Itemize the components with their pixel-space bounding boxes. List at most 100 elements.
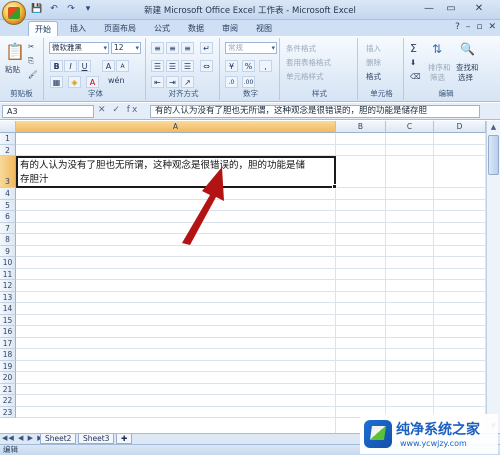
column-header-a[interactable]: A (16, 121, 336, 133)
undo-icon[interactable]: ↶ (47, 3, 61, 16)
font-color-button[interactable]: A (86, 76, 99, 88)
wb-close-icon[interactable]: ✕ (488, 22, 496, 32)
row-header[interactable]: 16 (0, 326, 16, 338)
find-select-icon[interactable]: 🔍 (460, 42, 475, 56)
formula-input[interactable]: 有的人认为没有了胆也无所谓，这种观念是很错误的，胆的功能是储存胆 (150, 105, 480, 118)
insert-sheet-icon[interactable]: ✚ (116, 434, 133, 444)
row-header[interactable]: 19 (0, 360, 16, 372)
maximize-button[interactable]: ▭ (440, 1, 462, 17)
row-header[interactable]: 13 (0, 291, 16, 303)
minimize-button[interactable]: — (418, 1, 440, 17)
align-center-button[interactable]: ☰ (166, 60, 179, 72)
conditional-format-button[interactable]: 条件格式 (286, 43, 316, 54)
row-header[interactable]: 1 (0, 133, 16, 145)
redo-icon[interactable]: ↷ (64, 3, 78, 16)
row-header[interactable]: 6 (0, 211, 16, 223)
sheet-tab-sheet3[interactable]: Sheet3 (78, 434, 115, 444)
row-header[interactable]: 8 (0, 234, 16, 246)
row-header[interactable]: 7 (0, 222, 16, 234)
tab-home[interactable]: 开始 (28, 21, 58, 36)
vertical-scrollbar[interactable]: ▲ ▼ (486, 121, 500, 433)
scroll-thumb[interactable] (488, 135, 499, 175)
scroll-up-icon[interactable]: ▲ (488, 122, 499, 133)
align-top-button[interactable]: ≡ (151, 42, 164, 54)
row-header[interactable]: 18 (0, 349, 16, 361)
fill-icon[interactable]: ⬇ (410, 58, 416, 67)
format-as-table-button[interactable]: 套用表格格式 (286, 57, 331, 68)
number-format-combo[interactable]: 常规 (225, 42, 277, 54)
name-box[interactable]: A3 (2, 105, 94, 118)
row-header[interactable]: 20 (0, 372, 16, 384)
sort-filter-icon[interactable]: ⇅ (432, 42, 442, 56)
decrease-indent-button[interactable]: ⇤ (151, 76, 164, 88)
cell-styles-button[interactable]: 单元格样式 (286, 71, 324, 82)
align-left-button[interactable]: ☰ (151, 60, 164, 72)
column-header-b[interactable]: B (336, 121, 386, 133)
row-header[interactable]: 5 (0, 199, 16, 211)
copy-icon[interactable]: ⎘ (28, 56, 34, 66)
row-header[interactable]: 17 (0, 337, 16, 349)
row-header[interactable]: 21 (0, 383, 16, 395)
align-middle-button[interactable]: ≡ (166, 42, 179, 54)
delete-cells-button[interactable]: 删除 (366, 57, 381, 68)
close-button[interactable]: ✕ (462, 1, 496, 17)
fill-handle[interactable] (332, 184, 337, 189)
tab-page-layout[interactable]: 页面布局 (100, 21, 140, 36)
office-button[interactable] (2, 1, 26, 25)
tab-insert[interactable]: 插入 (66, 21, 90, 36)
percent-button[interactable]: % (242, 60, 255, 72)
increase-decimal-button[interactable]: .0 (225, 76, 238, 88)
row-header[interactable]: 11 (0, 268, 16, 280)
row-header[interactable]: 12 (0, 280, 16, 292)
tab-view[interactable]: 视图 (252, 21, 276, 36)
tab-data[interactable]: 数据 (184, 21, 208, 36)
phonetic-button[interactable]: wén (108, 76, 125, 85)
underline-button[interactable]: U (78, 60, 91, 72)
formula-icons[interactable]: ✕ ✓ fx (98, 105, 139, 115)
save-icon[interactable]: 💾 (30, 3, 44, 16)
insert-cells-button[interactable]: 插入 (366, 43, 381, 54)
row-header[interactable]: 15 (0, 314, 16, 326)
column-header-d[interactable]: D (434, 121, 486, 133)
row-header[interactable]: 3 (0, 156, 16, 188)
sheet-tab-sheet2[interactable]: Sheet2 (40, 434, 77, 444)
bold-button[interactable]: B (50, 60, 63, 72)
font-name-combo[interactable]: 微软雅黑 (49, 42, 109, 54)
decrease-decimal-button[interactable]: .00 (242, 76, 255, 88)
comma-button[interactable]: , (259, 60, 272, 72)
clear-icon[interactable]: ⌫ (410, 72, 421, 81)
shrink-font-button[interactable]: A (116, 60, 129, 72)
row-header[interactable]: 4 (0, 188, 16, 200)
align-right-button[interactable]: ☰ (181, 60, 194, 72)
help-icon[interactable]: ? (455, 22, 460, 32)
row-header[interactable]: 2 (0, 144, 16, 156)
paste-button[interactable]: 粘贴 (5, 64, 20, 75)
format-painter-icon[interactable]: 🖌 (28, 70, 38, 79)
increase-indent-button[interactable]: ⇥ (166, 76, 179, 88)
italic-button[interactable]: I (64, 60, 77, 72)
currency-button[interactable]: ¥ (225, 60, 238, 72)
orientation-button[interactable]: ↗ (181, 76, 194, 88)
cut-icon[interactable]: ✂ (28, 42, 34, 51)
wb-minimize-icon[interactable]: – (466, 22, 471, 32)
grow-font-button[interactable]: A (102, 60, 115, 72)
border-button[interactable]: ▦ (50, 76, 63, 88)
font-size-combo[interactable]: 12 (111, 42, 141, 54)
find-select-label-2[interactable]: 选择 (458, 72, 473, 83)
column-header-c[interactable]: C (386, 121, 434, 133)
merge-center-button[interactable]: ⇔ (200, 60, 213, 72)
wb-restore-icon[interactable]: ▫ (476, 22, 482, 32)
paste-icon[interactable]: 📋 (5, 42, 25, 61)
row-header[interactable]: 14 (0, 303, 16, 315)
row-header[interactable]: 23 (0, 406, 16, 418)
autosum-button[interactable]: Σ (410, 42, 417, 55)
wrap-text-button[interactable]: ↵ (200, 42, 213, 54)
tab-review[interactable]: 审阅 (218, 21, 242, 36)
row-header[interactable]: 10 (0, 257, 16, 269)
fill-color-button[interactable]: ◈ (68, 76, 81, 88)
tab-formulas[interactable]: 公式 (150, 21, 174, 36)
customize-qat-icon[interactable]: ▾ (81, 3, 95, 16)
format-cells-button[interactable]: 格式 (366, 71, 381, 82)
select-all-corner[interactable] (0, 121, 16, 133)
sort-filter-label-2[interactable]: 筛选 (430, 72, 445, 83)
